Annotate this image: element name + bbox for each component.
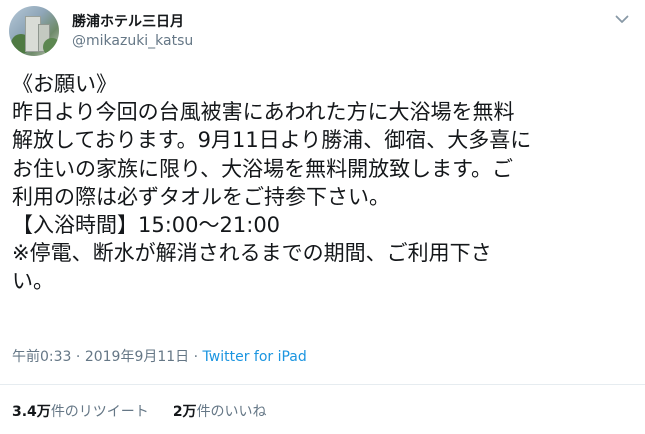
- divider: [0, 384, 645, 385]
- tweet-time[interactable]: 午前0:33: [12, 349, 71, 365]
- likes-count: 2万: [172, 404, 197, 420]
- avatar-tree: [43, 38, 59, 56]
- tweet-line: 《お願い》: [12, 72, 117, 96]
- tweet-line: ※停電、断水が解消されるまでの期間、ご利用下さ: [12, 241, 492, 266]
- separator-dot: ·: [193, 349, 199, 365]
- separator-dot: ·: [75, 349, 81, 365]
- tweet-line: 【入浴時間】15:00〜21:00: [12, 213, 281, 238]
- retweets-stat[interactable]: 3.4万件のリツイート: [12, 404, 149, 420]
- avatar[interactable]: [9, 6, 59, 56]
- tweet-text: 《お願い》 昨日より今回の台風被害にあわれた方に大浴場を無料 解放しております。…: [12, 70, 637, 296]
- tweet-line: 利用の際は必ずタオルをご持参下さい。: [12, 184, 390, 209]
- tweet-line: 解放しております。9月11日より勝浦、御宿、大多喜に: [12, 128, 532, 153]
- tweet-line: お住いの家族に限り、大浴場を無料開放致します。ご: [12, 156, 514, 181]
- tweet-line: 昨日より今回の台風被害にあわれた方に大浴場を無料: [12, 100, 515, 125]
- tweet-date[interactable]: 2019年9月11日: [85, 349, 189, 365]
- tweet-stats: 3.4万件のリツイート 2万件のいいね: [12, 401, 267, 421]
- source-link[interactable]: Twitter for iPad: [203, 349, 307, 365]
- retweets-label: 件のリツイート: [50, 404, 149, 420]
- tweet-meta: 午前0:33 · 2019年9月11日 · Twitter for iPad: [12, 346, 307, 366]
- retweets-count: 3.4万: [12, 404, 51, 420]
- user-handle[interactable]: @mikazuki_katsu: [72, 33, 193, 49]
- tweet-line: い。: [12, 269, 54, 294]
- chevron-down-icon[interactable]: [613, 10, 631, 28]
- likes-stat[interactable]: 2万件のいいね: [173, 404, 267, 420]
- likes-label: 件のいいね: [196, 404, 267, 420]
- display-name[interactable]: 勝浦ホテル三日月: [72, 11, 184, 31]
